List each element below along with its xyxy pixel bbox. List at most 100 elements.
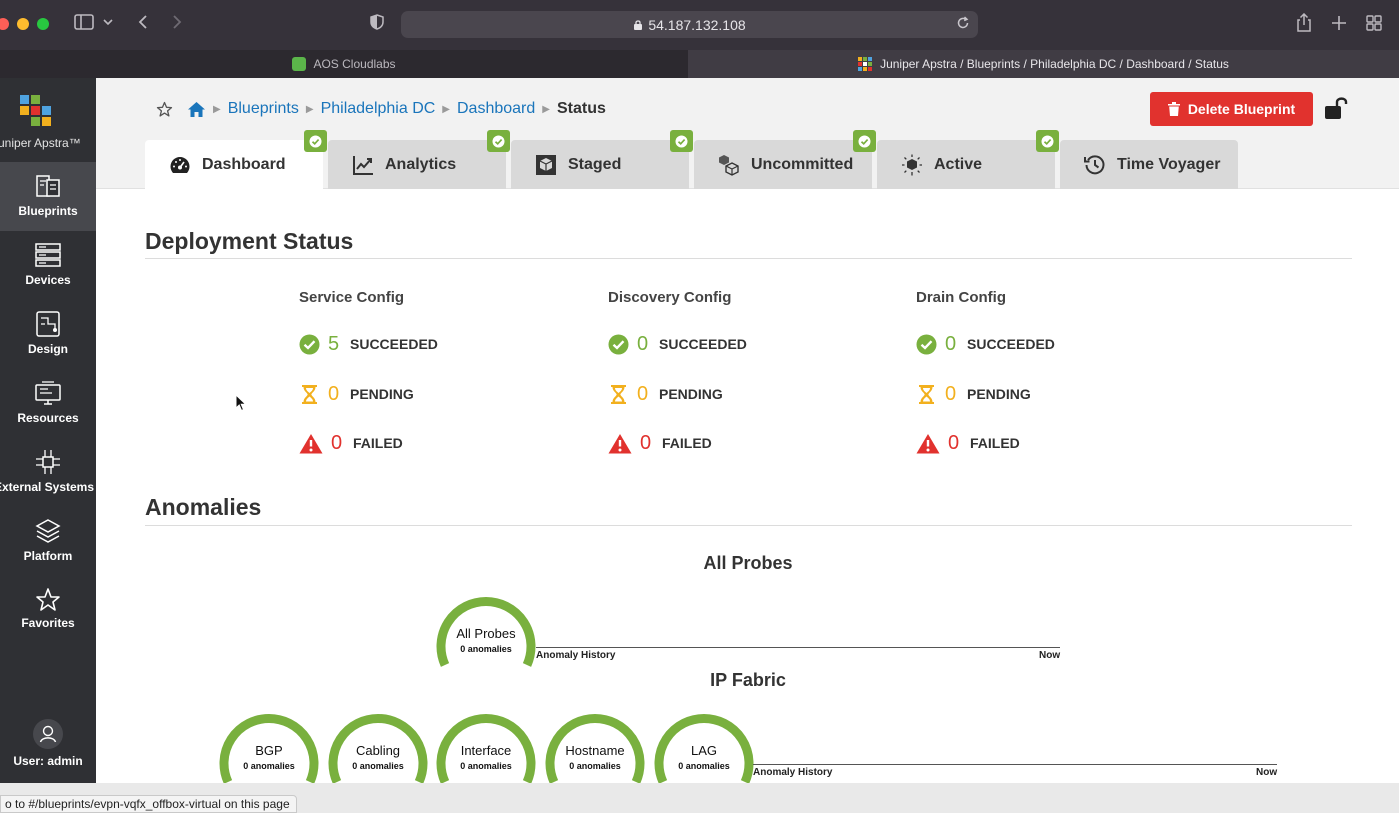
tab-status-check-icon (487, 130, 510, 152)
blueprint-header: ▶ Blueprints ▶ Philadelphia DC ▶ Dashboa… (96, 78, 1399, 190)
succeeded-label: SUCCEEDED (659, 336, 747, 352)
pending-row[interactable]: 0 PENDING (916, 382, 1031, 406)
succeeded-row[interactable]: 0 SUCCEEDED (608, 332, 747, 356)
sidebar-item-resources[interactable]: Resources (0, 369, 96, 438)
devices-icon (35, 243, 61, 267)
breadcrumb-blueprint-name[interactable]: Philadelphia DC (321, 100, 436, 118)
gauge-name: BGP (255, 743, 283, 758)
apstra-favicon-icon (858, 57, 873, 71)
apstra-logo-icon (20, 95, 51, 126)
minimize-window-button[interactable] (17, 18, 29, 30)
sidebar-item-favorites[interactable]: Favorites (0, 576, 96, 645)
tab-uncommitted[interactable]: Uncommitted (694, 130, 876, 189)
failed-row[interactable]: 0 FAILED (299, 431, 403, 455)
browser-tab-apstra[interactable]: Juniper Apstra / Blueprints / Philadelph… (688, 50, 1399, 78)
browser-status-bar: o to #/blueprints/evpn-vqfx_offbox-virtu… (0, 783, 1399, 813)
deployment-status-title: Deployment Status (145, 228, 354, 254)
failed-label: FAILED (970, 435, 1020, 451)
lock-icon (634, 20, 643, 30)
now-label: Now (1039, 650, 1061, 661)
sidebar-item-blueprints[interactable]: Blueprints (0, 162, 96, 231)
failed-row[interactable]: 0 FAILED (916, 431, 1020, 455)
succeeded-row[interactable]: 5 SUCCEEDED (299, 332, 438, 356)
drain-config-column: Drain Config 0 SUCCEEDED 0 PENDING 0 FAI… (916, 289, 1136, 454)
shield-icon[interactable] (370, 14, 384, 35)
url-text: 54.187.132.108 (648, 17, 746, 33)
tab-overview-icon[interactable] (1366, 15, 1382, 36)
crumb-separator-icon: ▶ (213, 103, 221, 115)
gauge-name: Hostname (565, 743, 625, 758)
interface-gauge[interactable]: Interface 0 anomalies (436, 710, 536, 790)
breadcrumb: ▶ Blueprints ▶ Philadelphia DC ▶ Dashboa… (156, 100, 606, 118)
success-check-icon (299, 334, 320, 354)
success-check-icon (608, 334, 629, 354)
tab-dashboard[interactable]: Dashboard (145, 130, 327, 190)
browser-tab-bar: AOS Cloudlabs Juniper Apstra / Blueprint… (0, 50, 1399, 78)
gauge-name: Cabling (355, 743, 401, 758)
tab-time-voyager[interactable]: Time Voyager (1060, 140, 1238, 189)
hourglass-icon (611, 384, 626, 404)
gauge-count: 0 anomalies (678, 761, 730, 771)
anomaly-history-label: Anomaly History (753, 767, 833, 778)
gauge-count: 0 anomalies (460, 761, 512, 771)
breadcrumb-current: Status (556, 100, 606, 117)
reload-icon[interactable] (956, 16, 970, 33)
all-probes-gauge[interactable]: All Probes 0 anomalies (436, 593, 536, 673)
crumb-separator-icon: ▶ (442, 103, 450, 115)
share-icon[interactable] (1296, 12, 1312, 38)
delete-blueprint-button[interactable]: Delete Blueprint (1150, 92, 1313, 126)
blueprints-icon (36, 175, 60, 197)
tab-analytics[interactable]: Analytics (328, 130, 510, 189)
lag-gauge[interactable]: LAG 0 anomalies (654, 710, 754, 790)
unlock-icon[interactable] (1324, 96, 1348, 120)
anomaly-history-timeline (536, 647, 1060, 648)
crumb-separator-icon: ▶ (542, 103, 550, 115)
hostname-gauge[interactable]: Hostname 0 anomalies (545, 710, 645, 790)
success-check-icon (916, 334, 937, 354)
gauge-count: 0 anomalies (569, 761, 621, 771)
main-sidebar: Juniper Apstra™ Blueprints Devices Desig… (0, 78, 96, 783)
favorite-star-icon[interactable] (156, 101, 173, 118)
forward-icon[interactable] (171, 14, 183, 35)
bgp-gauge[interactable]: BGP 0 anomalies (219, 710, 319, 790)
all-probes-heading: All Probes (703, 553, 793, 573)
gauge-count: 0 anomalies (243, 761, 295, 771)
active-cube-icon (902, 154, 922, 175)
brand-logo[interactable]: Juniper Apstra™ (0, 78, 96, 162)
warning-triangle-icon (916, 433, 940, 453)
back-icon[interactable] (137, 14, 149, 35)
sidebar-item-design[interactable]: Design (0, 300, 96, 369)
design-icon (36, 311, 60, 337)
failed-row[interactable]: 0 FAILED (608, 431, 712, 455)
sidebar-item-platform[interactable]: Platform (0, 507, 96, 576)
tab-staged[interactable]: Staged (511, 130, 693, 189)
home-icon[interactable] (187, 101, 206, 118)
sidebar-toggle-icon[interactable] (74, 14, 94, 35)
cabling-gauge[interactable]: Cabling 0 anomalies (328, 710, 428, 790)
close-window-button[interactable] (0, 18, 9, 30)
breadcrumb-blueprints[interactable]: Blueprints (228, 100, 299, 118)
tab-active[interactable]: Active (877, 130, 1059, 189)
pending-row[interactable]: 0 PENDING (299, 382, 414, 406)
zoom-window-button[interactable] (37, 18, 49, 30)
user-menu[interactable]: User: admin (0, 718, 96, 768)
config-title: Service Config (299, 289, 405, 306)
user-label: User: admin (13, 754, 83, 768)
chevron-down-icon[interactable] (103, 15, 113, 33)
sidebar-item-devices[interactable]: Devices (0, 231, 96, 300)
trash-icon (1167, 102, 1180, 116)
history-icon (1084, 154, 1105, 174)
user-avatar-icon (33, 719, 63, 749)
hourglass-icon (302, 384, 317, 404)
failed-count: 0 (640, 431, 652, 454)
address-bar[interactable]: 54.187.132.108 (401, 11, 978, 38)
pending-row[interactable]: 0 PENDING (608, 382, 723, 406)
browser-tab-cloudlabs[interactable]: AOS Cloudlabs (0, 50, 688, 78)
warning-triangle-icon (608, 433, 632, 453)
new-tab-icon[interactable] (1331, 15, 1347, 36)
succeeded-row[interactable]: 0 SUCCEEDED (916, 332, 1055, 356)
sidebar-item-external-systems[interactable]: External Systems (0, 438, 96, 507)
star-icon (36, 588, 60, 611)
breadcrumb-dashboard[interactable]: Dashboard (457, 100, 535, 118)
platform-icon (35, 519, 61, 543)
